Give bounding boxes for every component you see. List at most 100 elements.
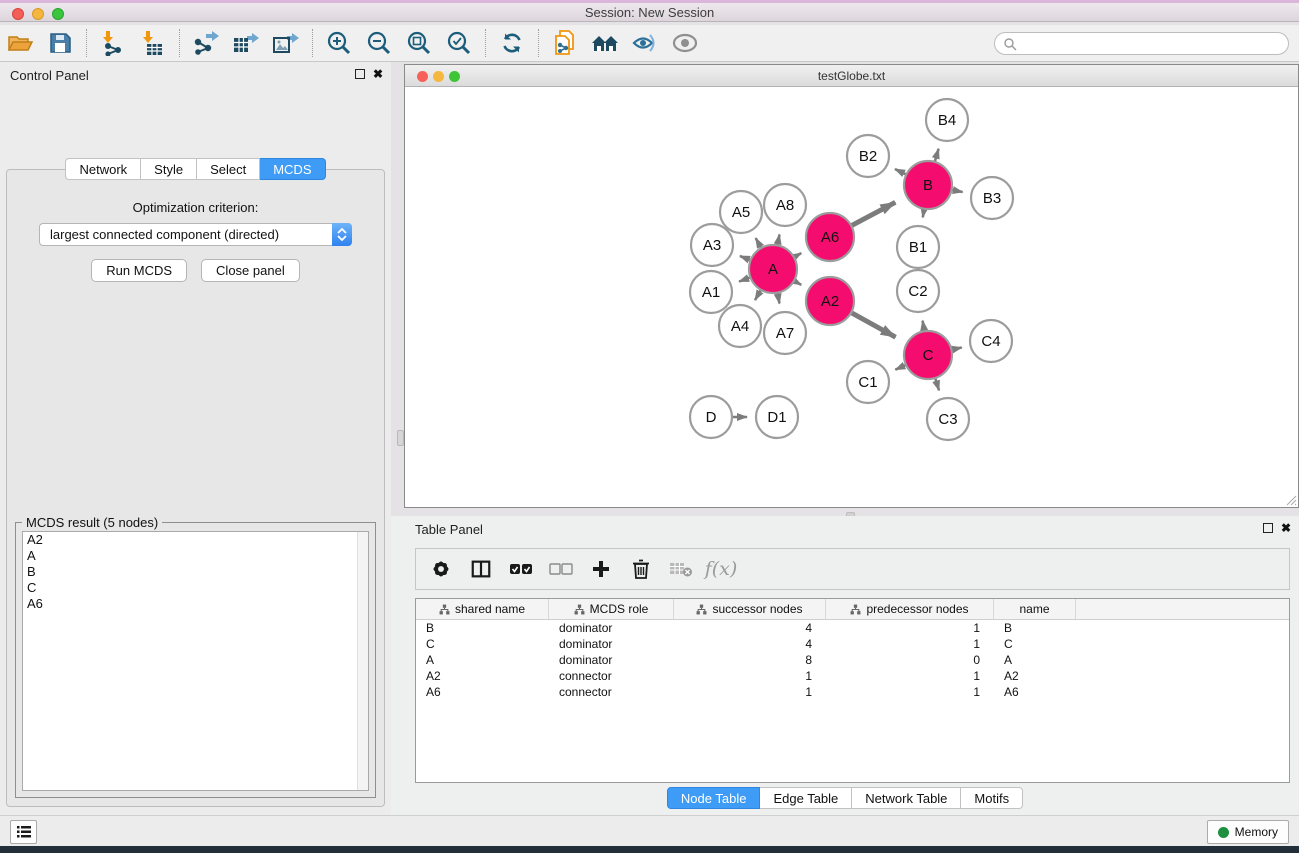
float-panel-icon[interactable]: [1263, 523, 1273, 533]
tab-network-table[interactable]: Network Table: [852, 787, 961, 809]
cell-successor-nodes[interactable]: 4: [674, 636, 826, 652]
cell-successor-nodes[interactable]: 1: [674, 684, 826, 700]
node-A2[interactable]: A2: [806, 277, 854, 325]
node-A1[interactable]: A1: [690, 271, 732, 313]
node-C1[interactable]: C1: [847, 361, 889, 403]
result-item[interactable]: C: [23, 580, 368, 596]
table-row[interactable]: Bdominator41B: [416, 620, 1289, 636]
cell-successor-nodes[interactable]: 4: [674, 620, 826, 636]
node-C4[interactable]: C4: [970, 320, 1012, 362]
node-A8[interactable]: A8: [764, 184, 806, 226]
node-D[interactable]: D: [690, 396, 732, 438]
cell-shared-name[interactable]: A: [416, 652, 549, 668]
delete-table-button[interactable]: [668, 556, 694, 582]
node-B2[interactable]: B2: [847, 135, 889, 177]
cell-MCDS-role[interactable]: dominator: [549, 652, 674, 668]
table-row[interactable]: A6connector11A6: [416, 684, 1289, 700]
cell-name[interactable]: B: [994, 620, 1076, 636]
result-scrollbar[interactable]: [357, 532, 368, 790]
node-D1[interactable]: D1: [756, 396, 798, 438]
edge-A2-C[interactable]: [849, 312, 895, 338]
table-row[interactable]: Adominator80A: [416, 652, 1289, 668]
node-A6[interactable]: A6: [806, 213, 854, 261]
cell-successor-nodes[interactable]: 8: [674, 652, 826, 668]
cell-shared-name[interactable]: A6: [416, 684, 549, 700]
cell-MCDS-role[interactable]: dominator: [549, 636, 674, 652]
node-table[interactable]: shared nameMCDS rolesuccessor nodesprede…: [415, 598, 1290, 783]
delete-column-button[interactable]: [628, 556, 654, 582]
hide-graphics-details-button[interactable]: [628, 28, 662, 58]
zoom-selected-button[interactable]: [442, 28, 476, 58]
create-column-button[interactable]: [588, 556, 614, 582]
node-C2[interactable]: C2: [897, 270, 939, 312]
tab-network[interactable]: Network: [65, 158, 141, 180]
table-row[interactable]: Cdominator41C: [416, 636, 1289, 652]
node-B[interactable]: B: [904, 161, 952, 209]
cell-predecessor-nodes[interactable]: 1: [826, 684, 994, 700]
search-input[interactable]: [1017, 33, 1288, 54]
node-A5[interactable]: A5: [720, 191, 762, 233]
tab-mcds[interactable]: MCDS: [260, 158, 325, 180]
tab-edge-table[interactable]: Edge Table: [760, 787, 852, 809]
cell-MCDS-role[interactable]: dominator: [549, 620, 674, 636]
cell-successor-nodes[interactable]: 1: [674, 668, 826, 684]
table-row[interactable]: A2connector11A2: [416, 668, 1289, 684]
table-settings-button[interactable]: [428, 556, 454, 582]
tab-motifs[interactable]: Motifs: [961, 787, 1023, 809]
column-header-shared-name[interactable]: shared name: [416, 599, 549, 619]
tab-select[interactable]: Select: [197, 158, 260, 180]
open-session-button[interactable]: [3, 28, 37, 58]
node-A3[interactable]: A3: [691, 224, 733, 266]
network-from-file-button[interactable]: [548, 28, 582, 58]
column-header-successor-nodes[interactable]: successor nodes: [674, 599, 826, 619]
cell-name[interactable]: A2: [994, 668, 1076, 684]
node-B1[interactable]: B1: [897, 226, 939, 268]
export-image-button[interactable]: [269, 28, 303, 58]
export-network-button[interactable]: [189, 28, 223, 58]
run-mcds-button[interactable]: Run MCDS: [91, 259, 187, 282]
export-table-button[interactable]: [229, 28, 263, 58]
zoom-fit-button[interactable]: [402, 28, 436, 58]
import-network-button[interactable]: [96, 28, 130, 58]
deselect-all-rows-button[interactable]: [548, 556, 574, 582]
float-panel-icon[interactable]: [355, 69, 365, 79]
close-panel-icon[interactable]: ✖: [373, 67, 383, 81]
automation-panel-button[interactable]: [10, 820, 37, 844]
edge-A6-B[interactable]: [849, 202, 895, 226]
show-column-panel-button[interactable]: [468, 556, 494, 582]
cell-MCDS-role[interactable]: connector: [549, 668, 674, 684]
search-box[interactable]: [994, 32, 1289, 55]
mcds-result-list[interactable]: A2ABCA6: [22, 531, 369, 791]
vertical-splitter-grip[interactable]: [397, 430, 404, 446]
import-table-button[interactable]: [136, 28, 170, 58]
network-window-titlebar[interactable]: testGlobe.txt: [405, 65, 1298, 87]
cell-shared-name[interactable]: A2: [416, 668, 549, 684]
network-graph[interactable]: B4B2BB3A5A8A6A3B1AA1C2A2A4A7C4CC1C3DD1: [405, 87, 1298, 507]
window-resize-grip[interactable]: [1285, 494, 1297, 506]
cell-shared-name[interactable]: B: [416, 620, 549, 636]
node-A7[interactable]: A7: [764, 312, 806, 354]
zoom-out-button[interactable]: [362, 28, 396, 58]
tab-node-table[interactable]: Node Table: [667, 787, 761, 809]
cell-name[interactable]: C: [994, 636, 1076, 652]
close-panel-icon[interactable]: ✖: [1281, 521, 1291, 535]
result-item[interactable]: A: [23, 548, 368, 564]
cell-name[interactable]: A6: [994, 684, 1076, 700]
cell-predecessor-nodes[interactable]: 1: [826, 668, 994, 684]
tab-style[interactable]: Style: [141, 158, 197, 180]
memory-button[interactable]: Memory: [1207, 820, 1289, 844]
refresh-button[interactable]: [495, 28, 529, 58]
function-builder-button[interactable]: f(x): [708, 556, 734, 582]
zoom-in-button[interactable]: [322, 28, 356, 58]
home-button[interactable]: [588, 28, 622, 58]
node-A4[interactable]: A4: [719, 305, 761, 347]
column-header-MCDS-role[interactable]: MCDS role: [549, 599, 674, 619]
node-A[interactable]: A: [749, 245, 797, 293]
select-all-rows-button[interactable]: [508, 556, 534, 582]
criterion-dropdown[interactable]: largest connected component (directed): [39, 223, 352, 246]
column-header-predecessor-nodes[interactable]: predecessor nodes: [826, 599, 994, 619]
cell-predecessor-nodes[interactable]: 1: [826, 620, 994, 636]
birds-eye-view-button[interactable]: [668, 28, 702, 58]
cell-MCDS-role[interactable]: connector: [549, 684, 674, 700]
cell-predecessor-nodes[interactable]: 0: [826, 652, 994, 668]
